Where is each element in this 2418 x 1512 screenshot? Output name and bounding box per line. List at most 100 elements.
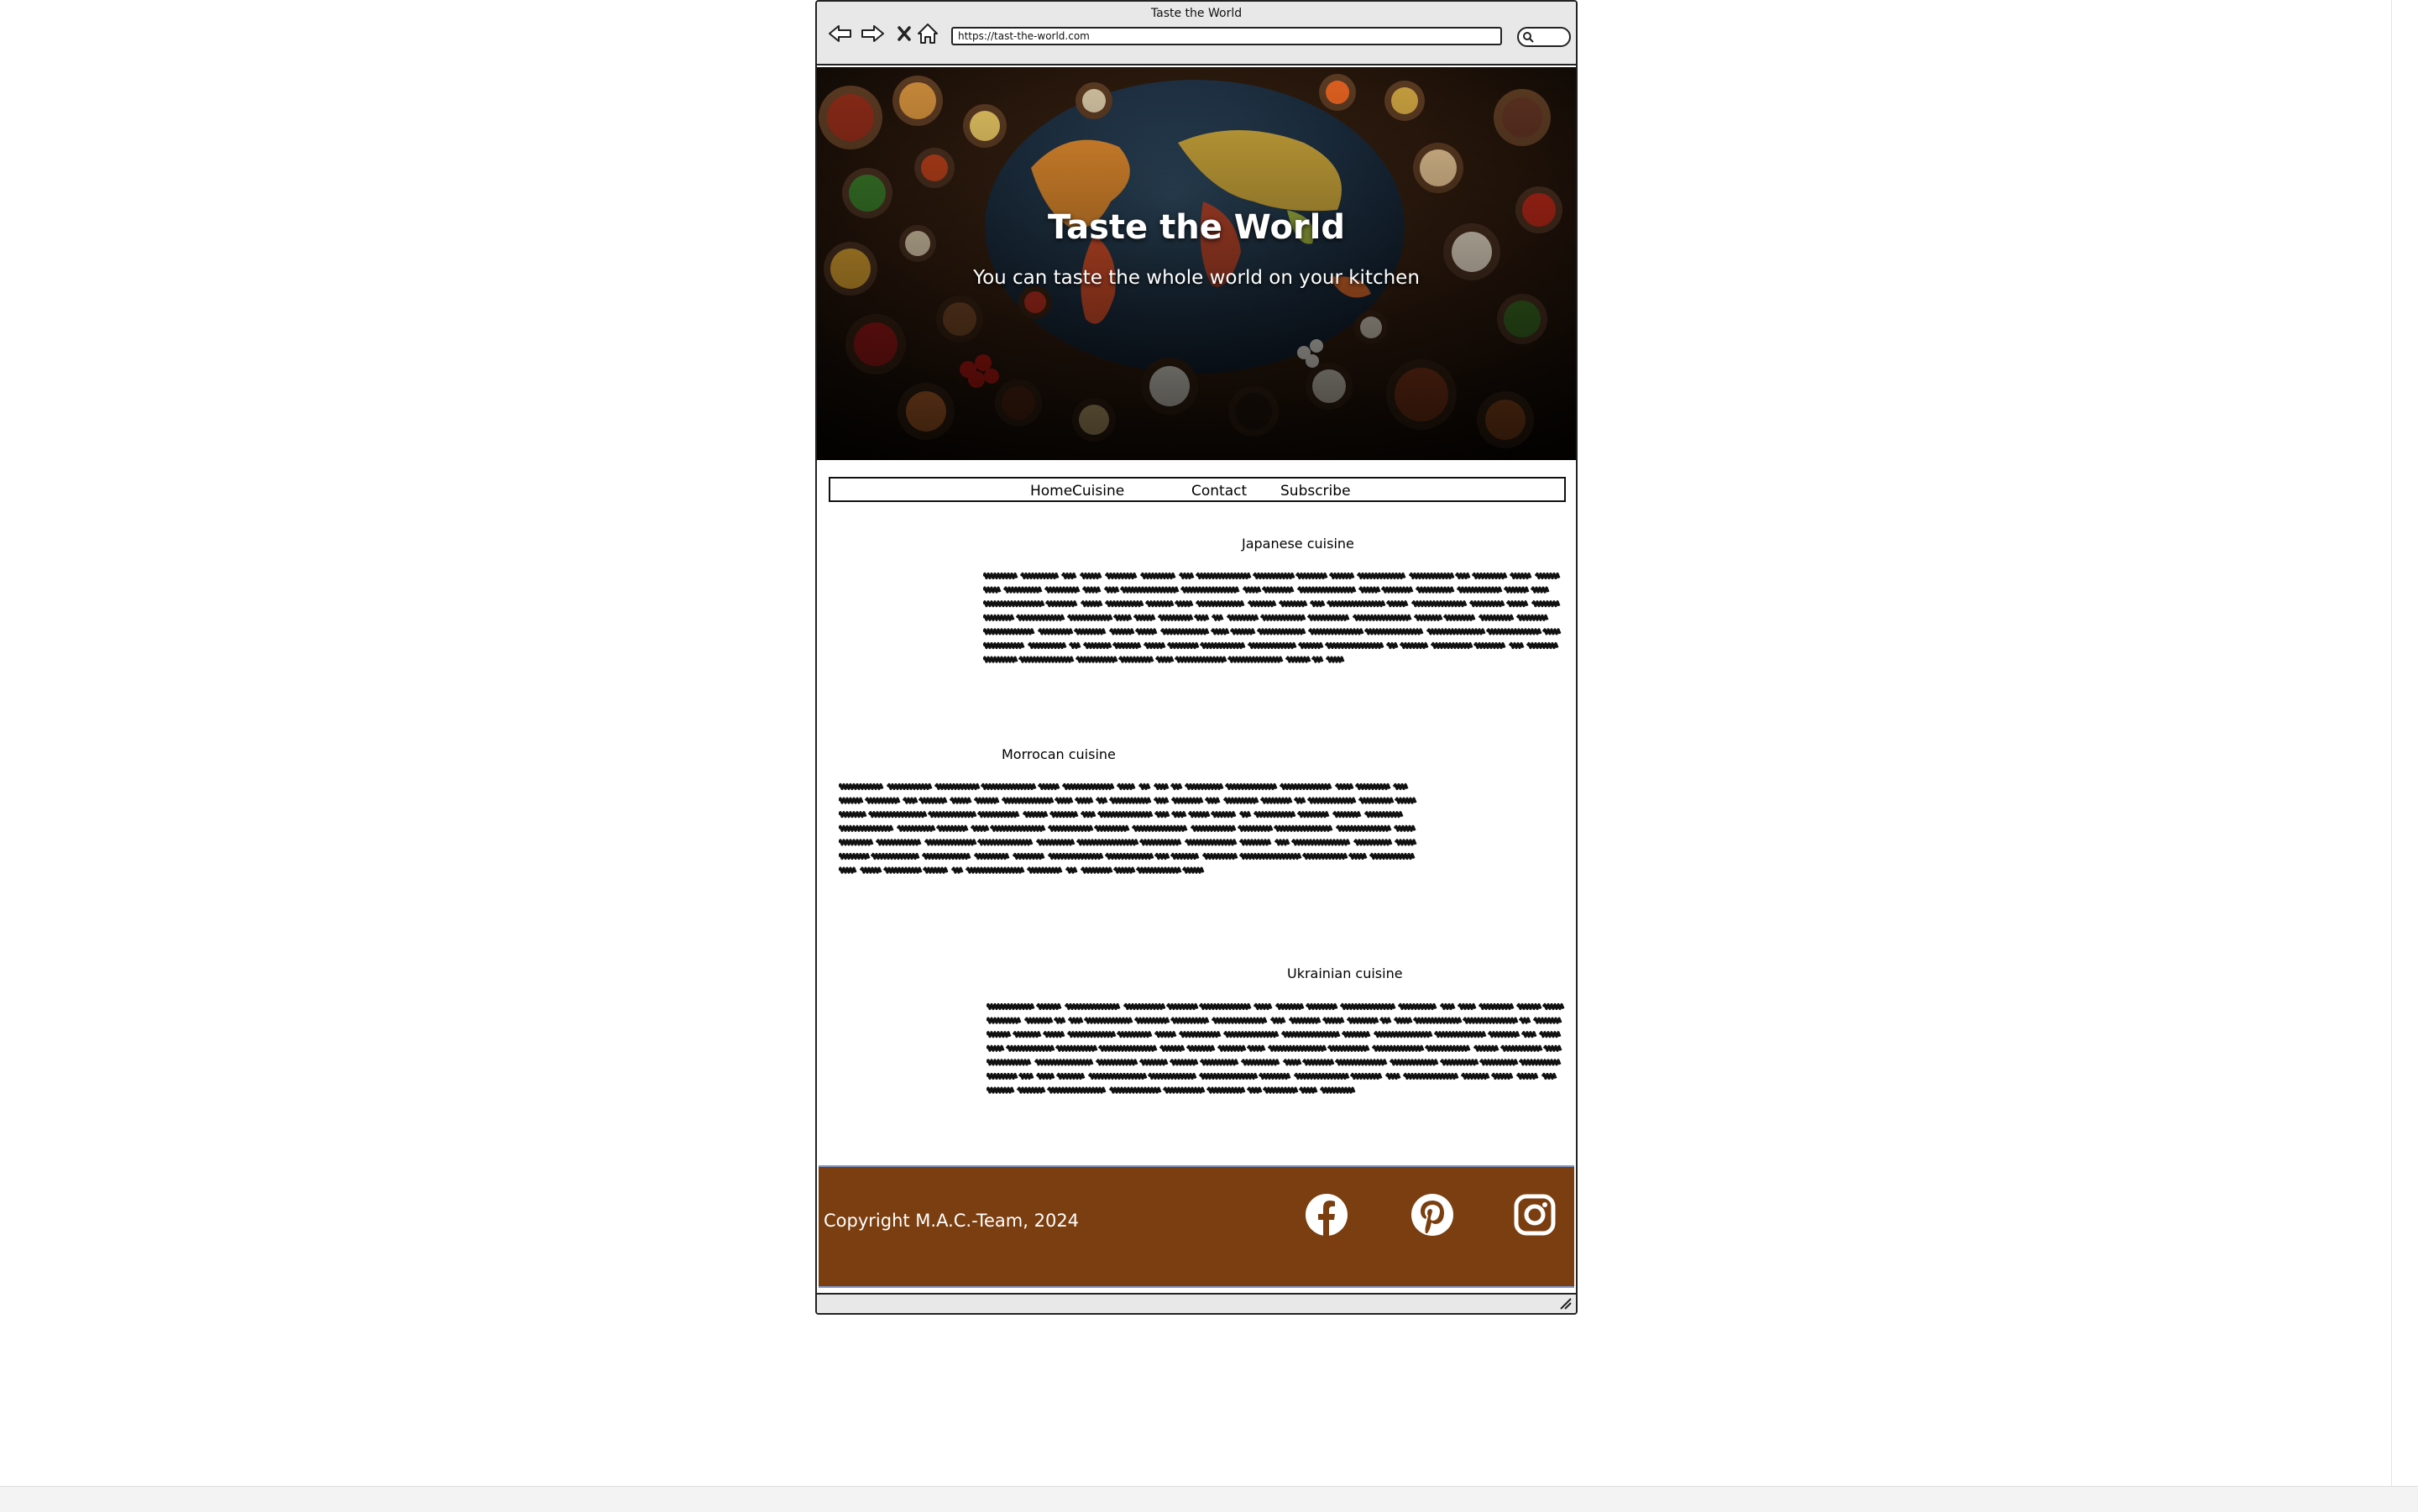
placeholder-text-word [1293,1072,1350,1080]
placeholder-text-word [1518,1059,1562,1066]
placeholder-text-word [1371,1044,1425,1052]
placeholder-text-word [1306,797,1357,804]
placeholder-text-word [1198,1002,1252,1011]
placeholder-text-word [1159,1044,1185,1052]
copyright-text: Copyright M.A.C.-Team, 2024 [824,1211,1080,1231]
placeholder-text-word [1066,1031,1117,1039]
placeholder-text-word [976,811,1020,819]
placeholder-text-word [987,1017,1022,1024]
placeholder-text-word [1019,572,1060,580]
home-icon[interactable] [914,20,941,47]
placeholder-text-word [1116,1031,1153,1039]
back-icon[interactable] [827,20,854,47]
placeholder-text-word [1530,586,1550,594]
placeholder-text-word [987,1044,1005,1052]
placeholder-text-word [1485,628,1542,636]
browser-titlebar: Taste the World https://tast-the-world.c… [817,2,1576,65]
placeholder-text-word [1206,1086,1246,1094]
facebook-icon[interactable] [1304,1192,1349,1237]
placeholder-text-word [839,866,857,874]
placeholder-text-word [1138,839,1182,846]
placeholder-text-word [1201,852,1238,861]
nav-subscribe[interactable]: Subscribe [1280,483,1351,500]
placeholder-text-word [1238,811,1252,819]
placeholder-text-word [1198,1072,1259,1080]
placeholder-text-word [1326,600,1386,608]
placeholder-text-word [1187,811,1211,819]
nav-cuisine[interactable]: Cuisine [1072,483,1124,500]
placeholder-text-word [1023,1017,1054,1024]
placeholder-text-word [1093,824,1130,832]
placeholder-text-word [1080,811,1096,819]
placeholder-text-word [1143,641,1166,650]
placeholder-text-word [1462,1017,1519,1024]
placeholder-text-word [1135,866,1182,874]
placeholder-text-word [1515,614,1549,621]
placeholder-text-word [1394,797,1417,804]
placeholder-text-word [1169,1059,1199,1066]
instagram-icon[interactable] [1512,1192,1557,1237]
placeholder-text-word [1083,1017,1133,1024]
placeholder-text-word [1123,1002,1166,1011]
placeholder-text-word [1335,824,1392,832]
placeholder-text-word [1096,811,1154,819]
canvas-scrollbar[interactable] [0,1486,2418,1512]
placeholder-text-word [1246,1044,1266,1052]
placeholder-text-word [1133,1017,1170,1024]
placeholder-text-word [1181,866,1205,874]
placeholder-text-word [949,797,972,804]
placeholder-text-word [1075,656,1118,663]
placeholder-text-word [1454,572,1471,580]
placeholder-text-word [1473,1044,1499,1052]
placeholder-text-word [1385,600,1409,608]
placeholder-text-word [1047,824,1094,832]
placeholder-text-word [1112,641,1142,650]
placeholder-text-word [839,824,894,832]
placeholder-text-word [1410,600,1468,608]
placeholder-text-word [983,628,1035,636]
placeholder-text-word [1296,586,1357,594]
resize-grip-icon[interactable] [1559,1298,1573,1310]
placeholder-text-word [1217,1044,1247,1052]
placeholder-text-word [1222,1031,1280,1039]
placeholder-text-word [1259,797,1293,804]
placeholder-text-word [1018,1072,1034,1080]
placeholder-text-word [1133,614,1156,621]
placeholder-text-word [1334,1059,1388,1066]
japanese-section-title: Japanese cuisine [1242,536,1354,552]
placeholder-text-word [1131,824,1188,832]
placeholder-text-word [1439,1059,1479,1066]
search-icon [1523,32,1534,43]
placeholder-text-word [1442,614,1476,621]
pinterest-icon[interactable] [1410,1192,1455,1237]
placeholder-text-word [1238,839,1272,846]
placeholder-text-word [1353,839,1393,846]
placeholder-text-word [1144,600,1175,608]
placeholder-text-word [1103,586,1120,594]
placeholder-text-word [983,656,1018,663]
nav-contact[interactable]: Contact [1191,483,1247,500]
placeholder-text-word [1352,614,1412,621]
placeholder-text-word [1170,782,1183,791]
browser-search-field[interactable] [1517,27,1571,47]
placeholder-text-word [1185,1044,1216,1052]
placeholder-text-word [1471,572,1508,580]
placeholder-text-word [1393,824,1416,832]
forward-icon[interactable] [859,20,886,47]
url-input[interactable]: https://tast-the-world.com [951,27,1502,45]
placeholder-text-word [1290,839,1351,846]
browser-statusbar [817,1293,1576,1313]
placeholder-text-word [1001,797,1055,804]
placeholder-text-word [1253,1002,1273,1011]
placeholder-text-word [1373,1031,1433,1039]
placeholder-text-word [1515,1072,1539,1080]
placeholder-text-word [1204,797,1221,804]
placeholder-text-word [1037,628,1074,636]
placeholder-text-word [1227,656,1284,663]
placeholder-text-word [1162,1086,1206,1094]
placeholder-text-word [1538,1031,1562,1039]
placeholder-text-word [1246,1086,1263,1094]
placeholder-text-word [950,866,964,874]
placeholder-text-word [1278,600,1308,608]
nav-home[interactable]: Home [1030,483,1072,500]
